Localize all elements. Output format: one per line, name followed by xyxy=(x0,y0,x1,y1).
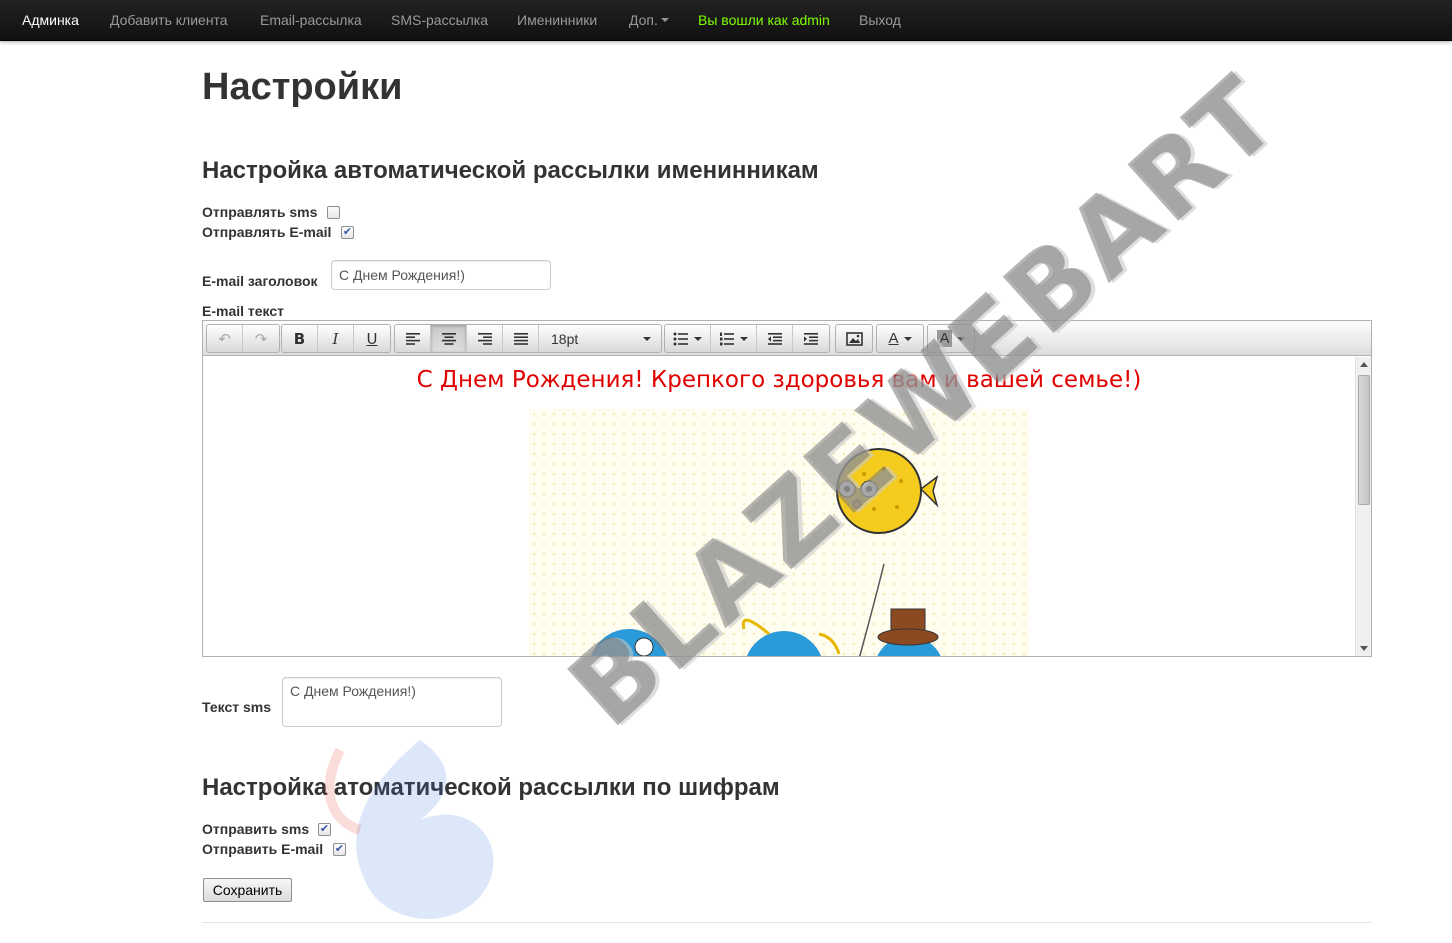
send-email-label: Отправлять E-mail xyxy=(202,224,332,240)
italic-icon[interactable]: I xyxy=(318,325,354,352)
send-sms-checkbox[interactable] xyxy=(327,206,340,219)
save-button[interactable]: Сохранить xyxy=(203,878,292,902)
text-color-glyph: A xyxy=(888,330,899,347)
background-color-group: A xyxy=(927,324,975,353)
send-email-checkbox[interactable]: ✔ xyxy=(341,226,354,239)
page-title: Настройки xyxy=(202,66,403,108)
cipher-send-sms-checkbox[interactable]: ✔ xyxy=(318,823,331,836)
chevron-down-icon xyxy=(740,336,748,341)
text-color-icon[interactable]: A xyxy=(877,325,923,352)
editor-content[interactable]: С Днем Рождения! Крепкого здоровья вам и… xyxy=(203,357,1355,656)
chevron-down-icon xyxy=(694,336,702,341)
email-text-editor[interactable]: ↶ ↷ B I U 18pt A A С Днем Рождения! Креп… xyxy=(202,320,1372,657)
scroll-up-icon[interactable] xyxy=(1360,362,1368,367)
chevron-down-icon xyxy=(660,18,669,23)
image-icon[interactable] xyxy=(836,325,872,352)
align-left-icon[interactable] xyxy=(395,325,431,352)
nav-add-client[interactable]: Добавить клиента xyxy=(110,12,228,28)
cipher-section-heading: Настройка атоматической рассылки по шифр… xyxy=(202,774,780,801)
numbered-list-icon[interactable] xyxy=(711,325,757,352)
chevron-down-icon xyxy=(956,336,965,341)
chevron-down-icon xyxy=(643,336,651,341)
nav-more-dropdown[interactable]: Доп. xyxy=(629,12,669,28)
sms-text-label: Текст sms xyxy=(202,699,272,715)
logout-link[interactable]: Выход xyxy=(859,12,901,28)
history-button-group: ↶ ↷ xyxy=(206,324,280,353)
birthday-section-heading: Настройка автоматической рассылки именин… xyxy=(202,157,819,184)
greeting-text[interactable]: С Днем Рождения! Крепкого здоровья вам и… xyxy=(203,367,1355,393)
editor-scrollbar[interactable] xyxy=(1355,357,1371,656)
sms-text-input[interactable]: С Днем Рождения!) xyxy=(282,677,502,727)
alignment-button-group: 18pt xyxy=(394,324,662,353)
chevron-down-icon xyxy=(903,336,912,341)
email-text-label: E-mail текст xyxy=(202,303,285,319)
logged-in-user: Вы вошли как admin xyxy=(698,12,830,28)
align-right-icon[interactable] xyxy=(467,325,503,352)
cipher-send-sms-label: Отправить sms xyxy=(202,821,310,837)
top-hat-icon xyxy=(877,608,939,646)
send-sms-label: Отправлять sms xyxy=(202,204,318,220)
cipher-send-email-label: Отправить E-mail xyxy=(202,841,324,857)
scroll-thumb[interactable] xyxy=(1358,375,1370,505)
undo-icon[interactable]: ↶ xyxy=(207,325,243,352)
cipher-send-email-checkbox[interactable]: ✔ xyxy=(333,843,346,856)
brand-link[interactable]: Админка xyxy=(22,12,79,28)
background-color-icon[interactable]: A xyxy=(928,325,974,352)
media-button-group xyxy=(835,324,873,353)
birthday-card-image xyxy=(529,409,1029,656)
editor-toolbar: ↶ ↷ B I U 18pt A A xyxy=(203,321,1371,356)
list-button-group xyxy=(664,324,830,353)
font-size-value: 18pt xyxy=(551,330,579,347)
outdent-icon[interactable] xyxy=(757,325,793,352)
top-navbar: Админка Добавить клиента Email-рассылка … xyxy=(0,0,1452,41)
bullet-list-icon[interactable] xyxy=(665,325,711,352)
align-justify-icon[interactable] xyxy=(503,325,539,352)
text-color-group: A xyxy=(876,324,924,353)
font-size-select[interactable]: 18pt xyxy=(539,325,661,352)
email-subject-label: E-mail заголовок xyxy=(202,273,318,289)
align-center-icon[interactable] xyxy=(431,325,467,352)
format-button-group: B I U xyxy=(281,324,391,353)
redo-icon[interactable]: ↷ xyxy=(243,325,279,352)
background-color-glyph: A xyxy=(937,330,952,347)
bold-icon[interactable]: B xyxy=(282,325,318,352)
nav-email-mailing[interactable]: Email-рассылка xyxy=(260,12,362,28)
indent-icon[interactable] xyxy=(793,325,829,352)
watermark-logo-icon xyxy=(324,740,494,919)
email-subject-input[interactable] xyxy=(331,260,551,290)
nav-sms-mailing[interactable]: SMS-рассылка xyxy=(391,12,488,28)
nav-more-label: Доп. xyxy=(629,12,658,28)
scroll-down-icon[interactable] xyxy=(1360,646,1368,651)
underline-icon[interactable]: U xyxy=(354,325,390,352)
nav-birthdays[interactable]: Именинники xyxy=(517,12,597,28)
bottom-divider xyxy=(202,922,1372,923)
